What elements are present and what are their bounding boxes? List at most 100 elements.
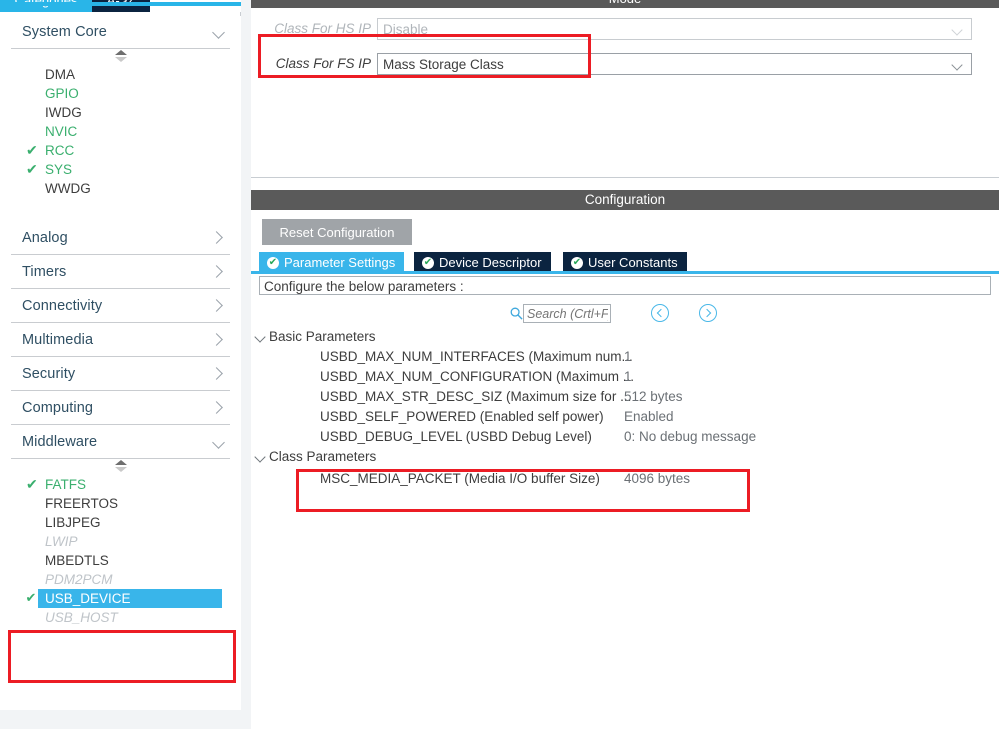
param-row-usbd-max-num-configuration[interactable]: USBD_MAX_NUM_CONFIGURATION (Maximum ... … [251, 367, 999, 387]
ip-categories-panel: Categories A->Z System Core DMA GPIO IWD… [0, 0, 241, 729]
class-fs-ip-dropdown[interactable]: Mass Storage Class [377, 53, 972, 75]
reset-configuration-button[interactable]: Reset Configuration [262, 219, 412, 245]
ip-label: SYS [45, 162, 73, 177]
spinner-up-icon[interactable] [114, 460, 127, 465]
category-label: Analog [22, 230, 68, 246]
ip-label: LWIP [45, 534, 78, 549]
param-name: USBD_MAX_NUM_INTERFACES (Maximum num... [320, 349, 633, 364]
configure-parameters-banner: Configure the below parameters : [259, 276, 991, 295]
param-value: 1 [624, 349, 632, 364]
ip-config-area: Mode Class For HS IP Disable Class For F… [251, 0, 999, 729]
ip-label: GPIO [45, 86, 79, 101]
category-header-timers[interactable]: Timers [11, 256, 230, 289]
ip-label: FREERTOS [45, 496, 119, 511]
ip-item-fatfs[interactable]: ✔ FATFS [0, 475, 241, 494]
configuration-panel-title: Configuration [251, 190, 999, 210]
category-label: Connectivity [22, 298, 103, 314]
ip-label: NVIC [45, 124, 78, 139]
spinner-down-icon[interactable] [114, 467, 127, 472]
group-label: Class Parameters [269, 449, 377, 464]
panel-divider [241, 0, 251, 729]
scroll-spinner-middleware[interactable] [0, 459, 241, 475]
chevron-down-icon [953, 61, 962, 70]
category-header-computing[interactable]: Computing [11, 392, 230, 425]
categories-scroll-area[interactable]: System Core DMA GPIO IWDG NVIC ✔ RCC ✔ S… [0, 16, 241, 729]
search-input[interactable] [523, 304, 611, 323]
ip-item-gpio[interactable]: GPIO [0, 84, 241, 103]
ip-label: PDM2PCM [45, 572, 113, 587]
check-circle-icon: ✔ [571, 256, 583, 269]
group-row-class-parameters[interactable]: Class Parameters [251, 447, 999, 467]
parameter-tree: Basic Parameters USBD_MAX_NUM_INTERFACES… [251, 327, 999, 489]
search-icon [510, 307, 523, 320]
ip-item-freertos[interactable]: FREERTOS [0, 494, 241, 513]
ip-label: USB_HOST [45, 610, 118, 625]
category-header-multimedia[interactable]: Multimedia [11, 324, 230, 357]
configuration-panel: Configuration Reset Configuration ✔ Para… [251, 190, 999, 729]
configuration-tab-underline [251, 271, 999, 274]
ip-item-wwdg[interactable]: WWDG [0, 179, 241, 198]
chevron-down-icon [953, 26, 962, 35]
param-row-usbd-max-str-desc-siz[interactable]: USBD_MAX_STR_DESC_SIZ (Maximum size for … [251, 387, 999, 407]
chevron-right-icon [212, 299, 226, 313]
ip-item-iwdg[interactable]: IWDG [0, 103, 241, 122]
spinner-down-icon[interactable] [114, 57, 127, 62]
ip-item-nvic[interactable]: NVIC [0, 122, 241, 141]
param-name: USBD_MAX_NUM_CONFIGURATION (Maximum ... [320, 369, 635, 384]
category-header-system-core[interactable]: System Core [11, 16, 230, 49]
mode-row-class-hs-ip: Class For HS IP Disable [259, 18, 972, 40]
ip-item-dma[interactable]: DMA [0, 65, 241, 84]
check-icon: ✔ [26, 142, 38, 158]
ip-label: USB_DEVICE [45, 591, 131, 606]
category-label: System Core [22, 24, 107, 40]
tab-label: User Constants [588, 255, 678, 270]
check-circle-icon: ✔ [267, 256, 279, 269]
param-row-msc-media-packet[interactable]: MSC_MEDIA_PACKET (Media I/O buffer Size)… [251, 469, 999, 489]
search-prev-button[interactable] [651, 304, 669, 322]
ip-item-rcc[interactable]: ✔ RCC [0, 141, 241, 160]
chevron-down-icon [212, 435, 226, 449]
ip-item-pdm2pcm: PDM2PCM [0, 570, 241, 589]
configuration-tabbar: ✔ Parameter Settings ✔ Device Descriptor… [251, 252, 999, 274]
ip-item-usb-device[interactable]: ✔ USB_DEVICE [24, 589, 222, 608]
ip-label: LIBJPEG [45, 515, 101, 530]
category-header-security[interactable]: Security [11, 358, 230, 391]
search-next-button[interactable] [699, 304, 717, 322]
category-header-analog[interactable]: Analog [11, 222, 230, 255]
param-row-usbd-debug-level[interactable]: USBD_DEBUG_LEVEL (USBD Debug Level) 0: N… [251, 427, 999, 447]
chevron-right-icon [212, 401, 226, 415]
param-name: USBD_MAX_STR_DESC_SIZ (Maximum size for … [320, 389, 632, 404]
mode-row-class-fs-ip: Class For FS IP Mass Storage Class [259, 53, 972, 75]
param-row-usbd-self-powered[interactable]: USBD_SELF_POWERED (Enabled self power) E… [251, 407, 999, 427]
category-header-connectivity[interactable]: Connectivity [11, 290, 230, 323]
check-icon: ✔ [26, 161, 38, 177]
chevron-right-icon [212, 367, 226, 381]
class-hs-ip-dropdown[interactable]: Disable [377, 18, 972, 40]
group-label: Basic Parameters [269, 329, 376, 344]
group-row-basic-parameters[interactable]: Basic Parameters [251, 327, 999, 347]
param-value: 512 bytes [624, 389, 683, 404]
param-value: Enabled [624, 409, 674, 424]
tab-parameter-settings[interactable]: ✔ Parameter Settings [259, 252, 405, 273]
ip-list-middleware: ✔ FATFS FREERTOS LIBJPEG LWIP MBEDTLS PD… [0, 475, 241, 627]
ip-item-mbedtls[interactable]: MBEDTLS [0, 551, 241, 570]
configuration-title-text: Configuration [584, 192, 666, 207]
check-circle-icon: ✔ [422, 256, 434, 269]
scroll-spinner-system-core[interactable] [0, 49, 241, 65]
param-row-usbd-max-num-interfaces[interactable]: USBD_MAX_NUM_INTERFACES (Maximum num... … [251, 347, 999, 367]
class-fs-ip-value: Mass Storage Class [383, 56, 504, 72]
spinner-up-icon[interactable] [114, 50, 127, 55]
category-header-middleware[interactable]: Middleware [11, 426, 230, 459]
ip-item-sys[interactable]: ✔ SYS [0, 160, 241, 179]
tab-user-constants[interactable]: ✔ User Constants [563, 252, 687, 273]
ip-item-libjpeg[interactable]: LIBJPEG [0, 513, 241, 532]
category-label: Middleware [22, 434, 98, 450]
category-label: Security [22, 366, 76, 382]
ip-label: WWDG [45, 181, 91, 196]
tab-device-descriptor[interactable]: ✔ Device Descriptor [414, 252, 551, 273]
category-label: Computing [22, 400, 94, 416]
mode-title-text: Mode [251, 0, 999, 5]
tab-label: Parameter Settings [284, 255, 396, 270]
parameter-search-row: i [251, 299, 999, 327]
reset-toolbar: Reset Configuration [251, 210, 999, 252]
